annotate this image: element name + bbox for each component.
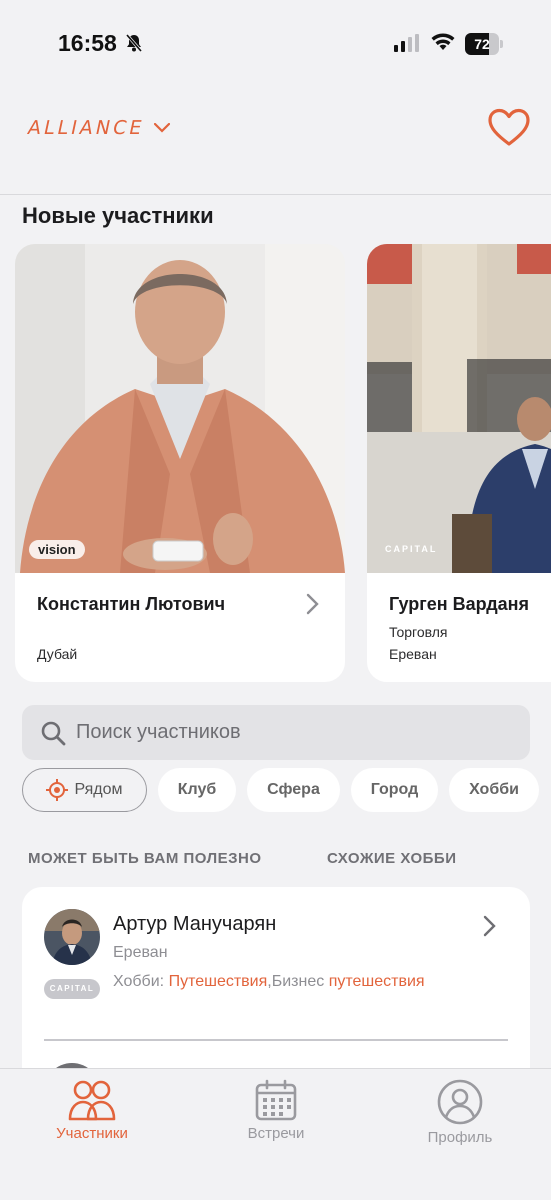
member-photo [367,244,551,573]
club-badge: CAPITAL [44,979,100,999]
tab-similar-hobbies[interactable]: СХОЖИЕ ХОББИ [327,850,457,867]
member-card[interactable]: CAPITAL Гурген Варданя Торговля Ереван [367,244,551,682]
chip-club[interactable]: Клуб [158,768,236,812]
member-city: Ереван [113,944,168,961]
tab-label: Профиль [427,1129,493,1146]
club-badge: vision [29,540,85,559]
location-target-icon [46,779,69,801]
tab-label: Участники [56,1125,128,1142]
chip-nearby[interactable]: Рядом [22,768,147,812]
hobby-highlight: путешествия [328,973,425,990]
brand-logo: ALLIANCE [25,117,147,139]
chip-label: Клуб [177,781,217,798]
section-title-new-members: Новые участники [22,203,214,228]
member-card-sphere: Торговля [389,624,448,640]
hobby-label: Хобби: [113,973,165,990]
tab-meetings[interactable]: Встречи [206,1079,346,1142]
brand-switcher[interactable]: ALLIANCE [25,114,171,142]
filter-chips: Рядом Клуб Сфера Город Хобби [22,768,551,812]
recommendation-tabs: МОЖЕТ БЫТЬ ВАМ ПОЛЕЗНО СХОЖИЕ ХОББИ [28,850,528,872]
search-bar[interactable] [22,705,530,760]
new-members-carousel[interactable]: vision Константин Лютович Дубай CAPITAL … [0,244,551,684]
signal-icon [394,34,419,52]
tab-participants[interactable]: Участники [22,1079,162,1142]
heart-icon[interactable] [487,108,531,148]
profile-icon [437,1079,483,1125]
member-card-city: Ереван [389,646,437,662]
club-badge: CAPITAL [385,544,438,554]
status-time: 16:58 [58,30,117,56]
member-hobbies: Хобби: Путешествия,Бизнес путешествия [113,971,433,993]
bottom-tab-bar: Участники Встречи Профиль [0,1068,551,1200]
chip-sphere[interactable]: Сфера [247,768,340,812]
chip-hobby[interactable]: Хобби [449,768,539,812]
app-header: ALLIANCE [0,90,551,195]
battery-text: 72 [474,36,490,52]
tab-label: Встречи [247,1125,305,1142]
member-card-name: Константин Лютович [37,594,226,614]
member-name: Артур Манучарян [113,913,277,935]
chevron-right-icon [306,593,319,615]
hobby-highlight: Путешествия [168,973,268,990]
calendar-icon [255,1079,297,1121]
member-card-city: Дубай [37,646,78,662]
bell-muted-icon [125,34,143,52]
chevron-down-icon [154,123,171,133]
search-input[interactable] [76,705,516,760]
divider [44,1039,508,1041]
search-icon [41,721,66,746]
chip-label: Город [370,781,419,798]
member-card-name: Гурген Варданя [389,594,530,614]
chip-label: Сфера [267,781,320,798]
tab-profile[interactable]: Профиль [390,1079,530,1146]
chip-label: Рядом [74,781,123,798]
wifi-icon [431,33,455,50]
chip-city[interactable]: Город [351,768,438,812]
hobby-rest: ,Бизнес [267,973,325,990]
tab-useful[interactable]: МОЖЕТ БЫТЬ ВАМ ПОЛЕЗНО [28,850,262,867]
chevron-right-icon [483,915,496,937]
member-card[interactable]: vision Константин Лютович Дубай [15,244,345,682]
member-photo [15,244,345,573]
chip-label: Хобби [469,781,519,798]
avatar [44,909,100,965]
battery-indicator: 72 [465,33,503,55]
people-icon [68,1080,116,1121]
status-bar: 16:58 72 [0,0,551,90]
